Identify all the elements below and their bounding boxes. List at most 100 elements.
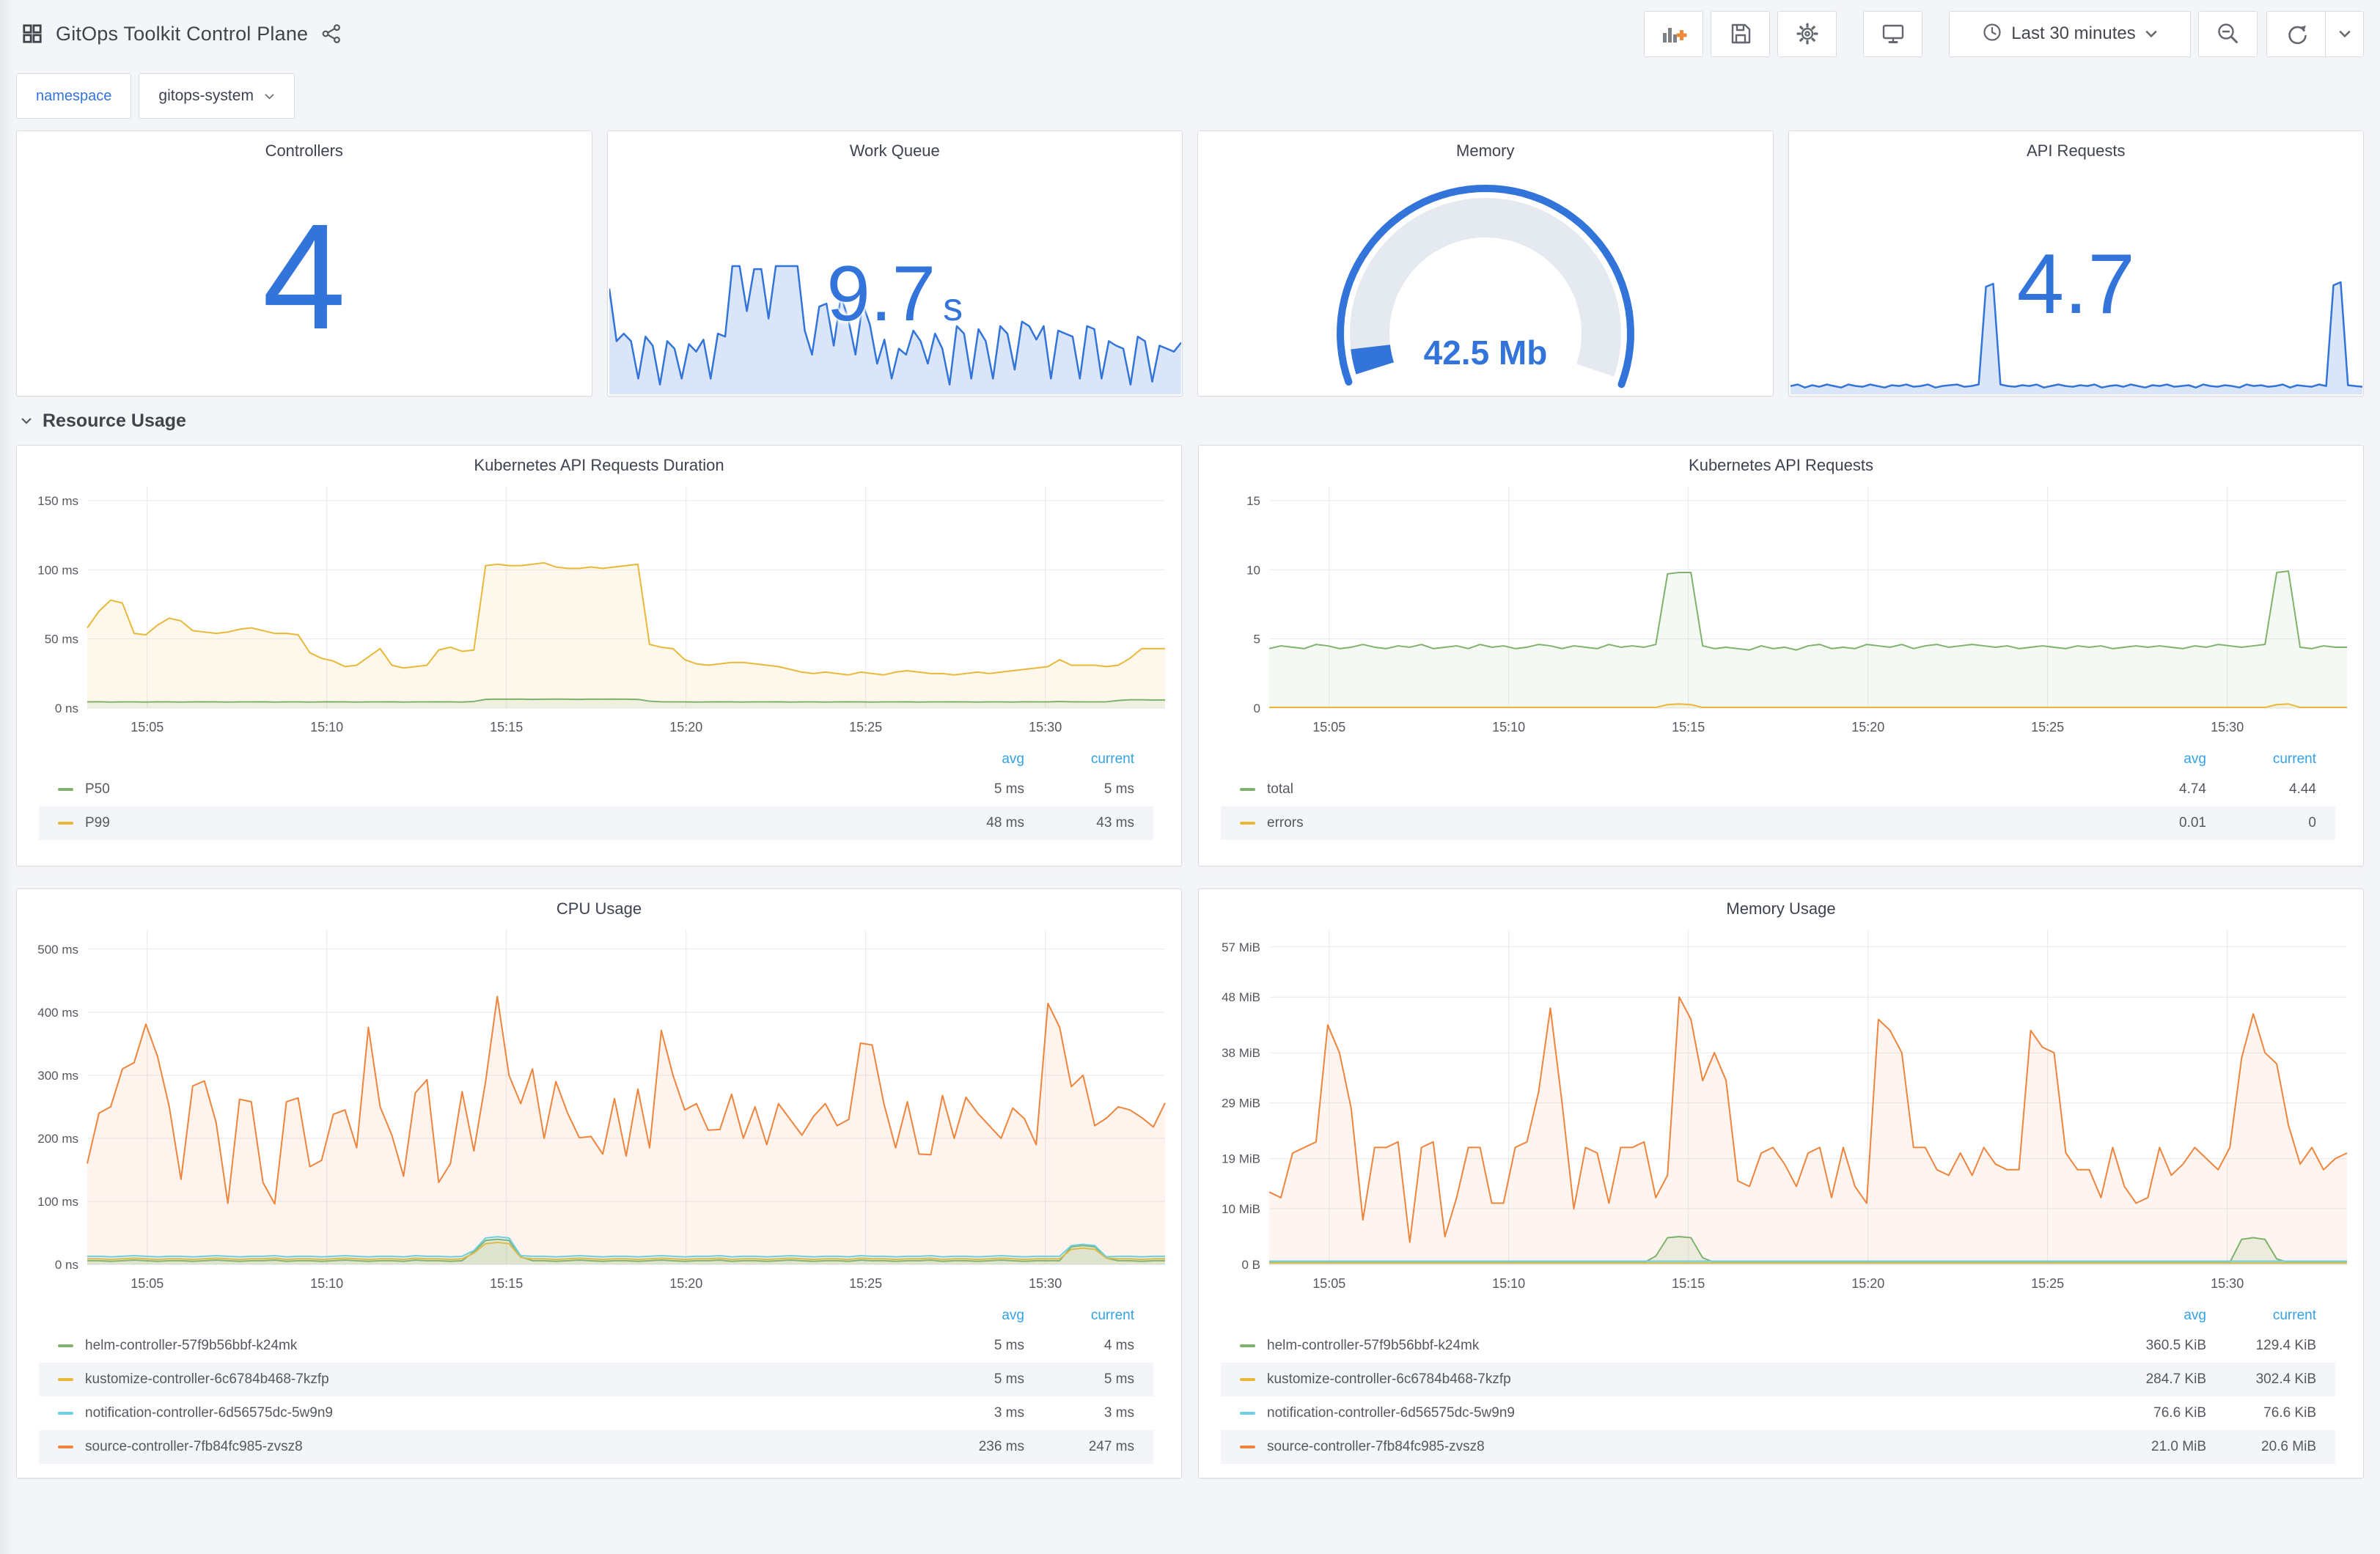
chevron-down-icon: [265, 93, 274, 100]
cpu-usage-plot[interactable]: 15:05 15:10 15:15 15:20 15:25 15:30 0 ns 100 ms…: [17, 923, 1181, 1298]
series-color-marker[interactable]: [1240, 1378, 1255, 1381]
svg-text:15: 15: [1246, 494, 1260, 508]
svg-text:29 MiB: 29 MiB: [1222, 1097, 1260, 1111]
series-color-marker[interactable]: [1240, 1344, 1255, 1347]
series-color-marker[interactable]: [58, 1344, 73, 1347]
legend-sort-avg[interactable]: avg: [2096, 1308, 2206, 1324]
panel-title[interactable]: Controllers: [17, 131, 592, 165]
legend-row: P99 48 ms 43 ms: [39, 806, 1153, 840]
k8s-api-duration-plot[interactable]: 15:05 15:10 15:15 15:20 15:25 15:30 0 ns 50 ms 1…: [17, 479, 1181, 742]
row-resource-usage[interactable]: Resource Usage: [16, 397, 2364, 445]
svg-text:15:20: 15:20: [669, 1276, 702, 1291]
variable-value-namespace[interactable]: gitops-system: [139, 73, 295, 119]
dashboard-page: GitOps Toolkit Control Plane Last 30 min…: [0, 0, 2380, 1554]
series-current: 247 ms: [1088, 1439, 1134, 1454]
series-name[interactable]: source-controller-7fb84fc985-zvsz8: [85, 1439, 914, 1455]
svg-text:15:15: 15:15: [1672, 720, 1705, 734]
series-color-marker[interactable]: [58, 822, 73, 825]
legend-sort-current[interactable]: current: [1024, 751, 1134, 767]
legend-sort-avg[interactable]: avg: [914, 1308, 1024, 1324]
series-name[interactable]: total: [1267, 781, 2096, 798]
series-avg: 0.01: [2179, 815, 2206, 831]
svg-text:15:15: 15:15: [490, 720, 523, 734]
dashboard-settings-button[interactable]: [1777, 10, 1837, 57]
panel-api-requests: API Requests 4.7: [1788, 130, 2364, 397]
panel-title[interactable]: Memory: [1198, 131, 1773, 165]
save-dashboard-button[interactable]: [1711, 10, 1770, 57]
svg-text:500 ms: 500 ms: [37, 943, 78, 957]
svg-text:15:05: 15:05: [131, 720, 164, 734]
series-name[interactable]: P99: [85, 815, 914, 831]
panel-title[interactable]: API Requests: [1789, 131, 2364, 165]
work-queue-value: 9.7 s: [826, 249, 963, 338]
dashboard-toolbar: Last 30 minutes: [1644, 10, 2364, 57]
svg-text:15:05: 15:05: [1312, 720, 1345, 734]
series-color-marker[interactable]: [1240, 1446, 1255, 1448]
svg-text:15:30: 15:30: [1029, 720, 1062, 734]
panel-title[interactable]: Memory Usage: [1199, 889, 2363, 923]
series-color-marker[interactable]: [58, 788, 73, 791]
series-avg: 5 ms: [993, 1371, 1024, 1387]
refresh-button[interactable]: [2266, 10, 2326, 57]
add-panel-button[interactable]: [1644, 10, 1703, 57]
series-color-marker[interactable]: [58, 1446, 73, 1448]
legend-row: helm-controller-57f9b56bbf-k24mk 360.5 Ki…: [1240, 1329, 2316, 1363]
legend-sort-current[interactable]: current: [2206, 751, 2316, 767]
svg-text:19 MiB: 19 MiB: [1222, 1152, 1260, 1166]
series-name[interactable]: notification-controller-6d56575dc-5w9n9: [85, 1405, 914, 1421]
zoom-out-button[interactable]: [2198, 10, 2258, 57]
svg-text:100 ms: 100 ms: [37, 1195, 78, 1209]
svg-text:0: 0: [1254, 701, 1260, 715]
series-name[interactable]: errors: [1267, 815, 2096, 831]
panel-title[interactable]: CPU Usage: [17, 889, 1181, 923]
refresh-interval-dropdown[interactable]: [2326, 10, 2364, 57]
chevron-down-icon: [2338, 30, 2351, 38]
series-name[interactable]: notification-controller-6d56575dc-5w9n9: [1267, 1405, 2096, 1421]
legend-sort-avg[interactable]: avg: [914, 751, 1024, 767]
series-name[interactable]: P50: [85, 781, 914, 798]
time-range-label: Last 30 minutes: [2011, 23, 2136, 43]
series-avg: 284.7 KiB: [2145, 1371, 2206, 1387]
panel-title[interactable]: Work Queue: [608, 131, 1183, 165]
series-name[interactable]: kustomize-controller-6c6784b468-7kzfp: [1267, 1371, 2096, 1388]
panel-title[interactable]: Kubernetes API Requests: [1199, 446, 2363, 479]
panel-title[interactable]: Kubernetes API Requests Duration: [17, 446, 1181, 479]
svg-text:15:10: 15:10: [310, 720, 343, 734]
chevron-down-icon: [2145, 30, 2157, 38]
page-title: GitOps Toolkit Control Plane: [56, 22, 309, 45]
svg-text:150 ms: 150 ms: [37, 494, 78, 508]
legend-row: kustomize-controller-6c6784b468-7kzfp 284…: [1221, 1363, 2335, 1396]
cpu-usage-legend: avg current helm-controller-57f9b56bbf-k24…: [17, 1298, 1181, 1478]
time-range-picker[interactable]: Last 30 minutes: [1949, 10, 2191, 57]
legend-row: source-controller-7fb84fc985-zvsz8 21.0 M…: [1221, 1430, 2335, 1464]
svg-text:15:20: 15:20: [1851, 720, 1884, 734]
series-color-marker[interactable]: [1240, 788, 1255, 791]
memory-usage-plot[interactable]: 15:05 15:10 15:15 15:20 15:25 15:30 0 B 10 MiB 1…: [1199, 923, 2363, 1298]
legend-row: notification-controller-6d56575dc-5w9n9 7…: [1240, 1396, 2316, 1430]
legend-sort-current[interactable]: current: [2206, 1308, 2316, 1324]
legend-row: helm-controller-57f9b56bbf-k24mk 5 ms 4 ms: [58, 1329, 1134, 1363]
share-icon[interactable]: [321, 23, 342, 45]
series-name[interactable]: source-controller-7fb84fc985-zvsz8: [1267, 1439, 2096, 1455]
svg-text:38 MiB: 38 MiB: [1222, 1046, 1260, 1060]
series-color-marker[interactable]: [58, 1378, 73, 1381]
panel-k8s-api-requests: Kubernetes API Requests 15:05 15:10 15:15 1…: [1198, 445, 2364, 866]
series-name[interactable]: helm-controller-57f9b56bbf-k24mk: [1267, 1338, 2096, 1354]
dashboard-grid-icon[interactable]: [22, 23, 43, 44]
panel-k8s-api-duration: Kubernetes API Requests Duration 15:05 15…: [16, 445, 1182, 866]
series-name[interactable]: kustomize-controller-6c6784b468-7kzfp: [85, 1371, 914, 1388]
k8s-api-requests-legend: avg current total 4.74 4.44 errors 0.01 0: [1199, 742, 2363, 866]
series-color-marker[interactable]: [1240, 822, 1255, 825]
series-name[interactable]: helm-controller-57f9b56bbf-k24mk: [85, 1338, 914, 1354]
legend-sort-current[interactable]: current: [1024, 1308, 1134, 1324]
svg-text:15:10: 15:10: [1492, 720, 1525, 734]
series-color-marker[interactable]: [1240, 1412, 1255, 1415]
cycle-view-button[interactable]: [1863, 10, 1922, 57]
k8s-api-requests-plot[interactable]: 15:05 15:10 15:15 15:20 15:25 15:30 0 5 10 15: [1199, 479, 2363, 742]
legend-row: notification-controller-6d56575dc-5w9n9 3…: [58, 1396, 1134, 1430]
legend-sort-avg[interactable]: avg: [2096, 751, 2206, 767]
panel-memory-usage: Memory Usage 15:05 15:10 15:15 15:20 15:25 15…: [1198, 888, 2364, 1478]
svg-text:50 ms: 50 ms: [45, 633, 78, 647]
series-color-marker[interactable]: [58, 1412, 73, 1415]
memory-usage-legend: avg current helm-controller-57f9b56bbf-k24…: [1199, 1298, 2363, 1478]
